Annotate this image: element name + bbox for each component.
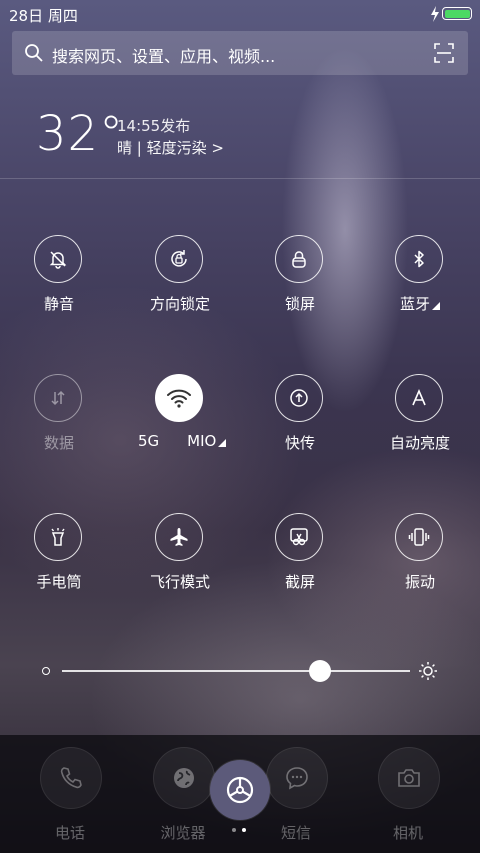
toggle-quick-transfer[interactable]: 快传 bbox=[250, 374, 350, 474]
airplane-icon bbox=[155, 513, 203, 561]
page-dot bbox=[242, 828, 246, 832]
globe-icon bbox=[153, 747, 215, 809]
toggle-vibrate[interactable]: 振动 bbox=[370, 513, 470, 613]
search-placeholder: 搜索网页、设置、应用、视频... bbox=[52, 47, 276, 66]
app-browser-label: 浏览器 bbox=[160, 824, 206, 842]
toggle-rotation-lock[interactable]: 方向锁定 bbox=[130, 235, 230, 335]
status-date: 28日 周四 bbox=[9, 7, 78, 25]
toggle-lock-screen[interactable]: 锁屏 bbox=[250, 235, 350, 335]
toggle-mobile-data[interactable]: 数据 bbox=[9, 374, 109, 474]
bluetooth-label-text: 蓝牙 bbox=[399, 295, 430, 313]
phone-icon bbox=[40, 747, 102, 809]
brightness-low-icon bbox=[42, 667, 50, 675]
settings-button[interactable] bbox=[210, 760, 270, 820]
toggle-flashlight-label: 手电筒 bbox=[36, 573, 82, 591]
message-icon bbox=[266, 747, 328, 809]
toggle-quick-transfer-label: 快传 bbox=[284, 434, 315, 452]
auto-brightness-icon bbox=[395, 374, 443, 422]
corner-triangle-icon bbox=[218, 439, 227, 447]
battery-icon bbox=[442, 7, 472, 20]
charging-icon bbox=[431, 6, 439, 22]
toggle-bluetooth-label: 蓝牙 bbox=[370, 293, 470, 314]
toggle-flashlight[interactable]: 手电筒 bbox=[9, 513, 109, 613]
bell-off-icon bbox=[34, 235, 82, 283]
wifi-icon bbox=[155, 374, 203, 422]
toggle-mobile-data-label: 数据 bbox=[43, 434, 74, 452]
mobile-data-icon bbox=[34, 374, 82, 422]
app-camera[interactable]: 相机 bbox=[358, 735, 458, 845]
toggle-lock-screen-label: 锁屏 bbox=[284, 295, 315, 313]
flashlight-icon bbox=[34, 513, 82, 561]
divider bbox=[0, 178, 480, 179]
toggle-rotation-lock-label: 方向锁定 bbox=[149, 295, 210, 313]
toggle-screenshot[interactable]: 截屏 bbox=[250, 513, 350, 613]
weather-publish-time: 14:55发布 bbox=[117, 117, 191, 135]
toggle-airplane-mode[interactable]: 飞行模式 bbox=[130, 513, 230, 613]
search-bar[interactable]: 搜索网页、设置、应用、视频... bbox=[12, 31, 468, 75]
toggle-mute[interactable]: 静音 bbox=[9, 235, 109, 335]
toggle-screenshot-label: 截屏 bbox=[284, 573, 315, 591]
toggle-bluetooth[interactable]: 蓝牙 bbox=[370, 235, 470, 335]
app-phone[interactable]: 电话 bbox=[20, 735, 120, 845]
toggle-mute-label: 静音 bbox=[43, 295, 74, 313]
page-indicator bbox=[228, 826, 258, 834]
rotation-lock-icon bbox=[155, 235, 203, 283]
toggle-auto-brightness[interactable]: 自动亮度 bbox=[370, 374, 470, 474]
wifi-label-left: 5G bbox=[138, 432, 160, 450]
app-messages-label: 短信 bbox=[280, 824, 311, 842]
battery-fill bbox=[444, 9, 470, 18]
app-camera-label: 相机 bbox=[392, 824, 423, 842]
corner-triangle-icon bbox=[432, 302, 440, 310]
toggle-wifi[interactable]: 5G MIO bbox=[130, 374, 230, 474]
app-phone-label: 电话 bbox=[54, 824, 85, 842]
brightness-high-icon bbox=[419, 662, 437, 680]
search-icon bbox=[25, 44, 43, 62]
lock-icon bbox=[275, 235, 323, 283]
brightness-track[interactable] bbox=[62, 670, 410, 672]
scan-icon[interactable] bbox=[434, 43, 454, 63]
toggle-wifi-label: 5G MIO bbox=[138, 432, 268, 450]
page-dot bbox=[232, 828, 236, 832]
bluetooth-icon bbox=[395, 235, 443, 283]
vibrate-icon bbox=[395, 513, 443, 561]
toggle-airplane-mode-label: 飞行模式 bbox=[149, 573, 210, 591]
camera-icon bbox=[378, 747, 440, 809]
wifi-label-right: MIO bbox=[187, 432, 217, 450]
gear-icon bbox=[226, 776, 254, 804]
status-bar: 28日 周四 bbox=[0, 0, 480, 28]
screenshot-icon bbox=[275, 513, 323, 561]
weather-condition[interactable]: 晴 | 轻度污染 > bbox=[117, 137, 224, 158]
share-upload-icon bbox=[275, 374, 323, 422]
toggle-vibrate-label: 振动 bbox=[404, 573, 435, 591]
brightness-slider[interactable] bbox=[38, 656, 442, 686]
toggle-auto-brightness-label: 自动亮度 bbox=[389, 434, 450, 452]
brightness-thumb[interactable] bbox=[308, 660, 331, 682]
weather-temperature[interactable]: 32° bbox=[36, 106, 124, 162]
